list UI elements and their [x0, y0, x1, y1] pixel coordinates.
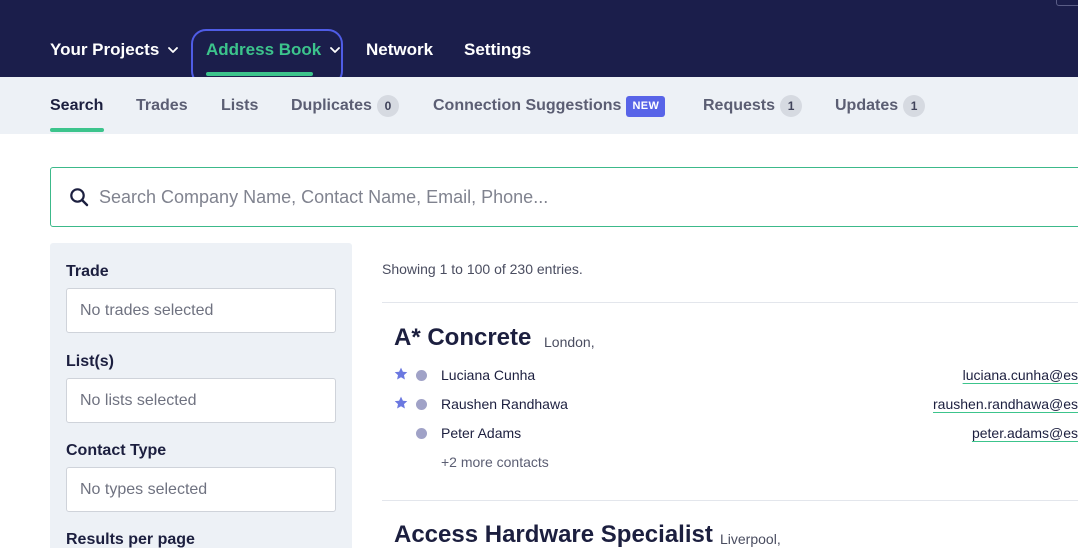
chevron-down-icon — [168, 47, 179, 53]
trade-filter-select[interactable]: No trades selected — [66, 288, 336, 333]
tab-requests[interactable]: Requests 1 — [703, 94, 803, 118]
tab-lists[interactable]: Lists — [221, 94, 258, 118]
tab-search[interactable]: Search — [50, 94, 103, 118]
lists-filter-select[interactable]: No lists selected — [66, 378, 336, 423]
company-city: London, — [544, 334, 595, 350]
tab-lists-label: Lists — [221, 97, 259, 114]
more-contacts-link[interactable]: +2 more contacts — [441, 454, 549, 470]
tab-active-underline — [50, 128, 104, 132]
trade-filter-placeholder: No trades selected — [80, 301, 214, 319]
new-badge: NEW — [626, 95, 666, 117]
nav-your-projects[interactable]: Your Projects — [50, 38, 179, 62]
nav-network-label: Network — [366, 40, 434, 59]
trade-filter-label: Trade — [66, 263, 109, 280]
nav-network[interactable]: Network — [366, 38, 433, 62]
contact-name-link[interactable]: Raushen Randhawa — [441, 396, 568, 412]
contact-name-link[interactable]: Luciana Cunha — [441, 367, 535, 383]
results-divider — [382, 302, 1078, 303]
company-name-link[interactable]: A* Concrete — [394, 324, 531, 352]
contact-email-link[interactable]: luciana.cunha@es — [963, 367, 1078, 383]
contact-type-filter-label: Contact Type — [66, 442, 167, 459]
search-box — [50, 167, 1078, 227]
contact-status-dot — [416, 370, 427, 381]
contact-status-dot — [416, 428, 427, 439]
tab-requests-label: Requests — [703, 97, 776, 114]
duplicates-count-badge: 0 — [376, 95, 399, 117]
contact-type-filter-placeholder: No types selected — [80, 480, 208, 498]
results-per-page-label: Results per page — [66, 531, 195, 548]
tab-trades-label: Trades — [136, 97, 188, 114]
company-city: Liverpool, — [720, 531, 781, 547]
tab-connection-suggestions[interactable]: Connection Suggestions NEW — [433, 94, 666, 118]
contact-email-link[interactable]: peter.adams@es — [972, 425, 1078, 441]
lists-filter-label: List(s) — [66, 353, 114, 370]
tab-duplicates[interactable]: Duplicates 0 — [291, 94, 399, 118]
tab-updates-label: Updates — [835, 97, 899, 114]
contact-name-link[interactable]: Peter Adams — [441, 425, 521, 441]
lists-filter-placeholder: No lists selected — [80, 391, 197, 409]
contact-email-link[interactable]: raushen.randhawa@es — [933, 396, 1078, 412]
search-icon — [70, 188, 89, 207]
company-name-link[interactable]: Access Hardware Specialist — [394, 521, 713, 548]
results-count-text: Showing 1 to 100 of 230 entries. — [382, 261, 583, 277]
nav-settings-label: Settings — [464, 40, 532, 59]
top-navigation: Your Projects Address Book Network Setti… — [0, 0, 1078, 86]
tab-connection-suggestions-label: Connection Suggestions — [433, 97, 622, 114]
requests-count-badge: 1 — [780, 95, 803, 117]
nav-settings[interactable]: Settings — [464, 38, 531, 62]
tab-updates[interactable]: Updates 1 — [835, 94, 926, 118]
star-icon[interactable] — [394, 396, 408, 410]
tab-duplicates-label: Duplicates — [291, 97, 372, 114]
sub-navigation: Search Trades Lists Duplicates 0 Connect… — [0, 77, 1078, 134]
tab-search-label: Search — [50, 97, 104, 114]
window-corner-frame — [1056, 0, 1078, 6]
contact-status-dot — [416, 399, 427, 410]
search-input[interactable] — [99, 182, 999, 212]
contact-type-filter-select[interactable]: No types selected — [66, 467, 336, 512]
results-divider — [382, 500, 1078, 501]
tab-trades[interactable]: Trades — [136, 94, 188, 118]
filter-sidebar: Trade No trades selected List(s) No list… — [50, 243, 352, 548]
nav-your-projects-label: Your Projects — [50, 40, 160, 59]
star-icon[interactable] — [394, 367, 408, 381]
updates-count-badge: 1 — [903, 95, 926, 117]
